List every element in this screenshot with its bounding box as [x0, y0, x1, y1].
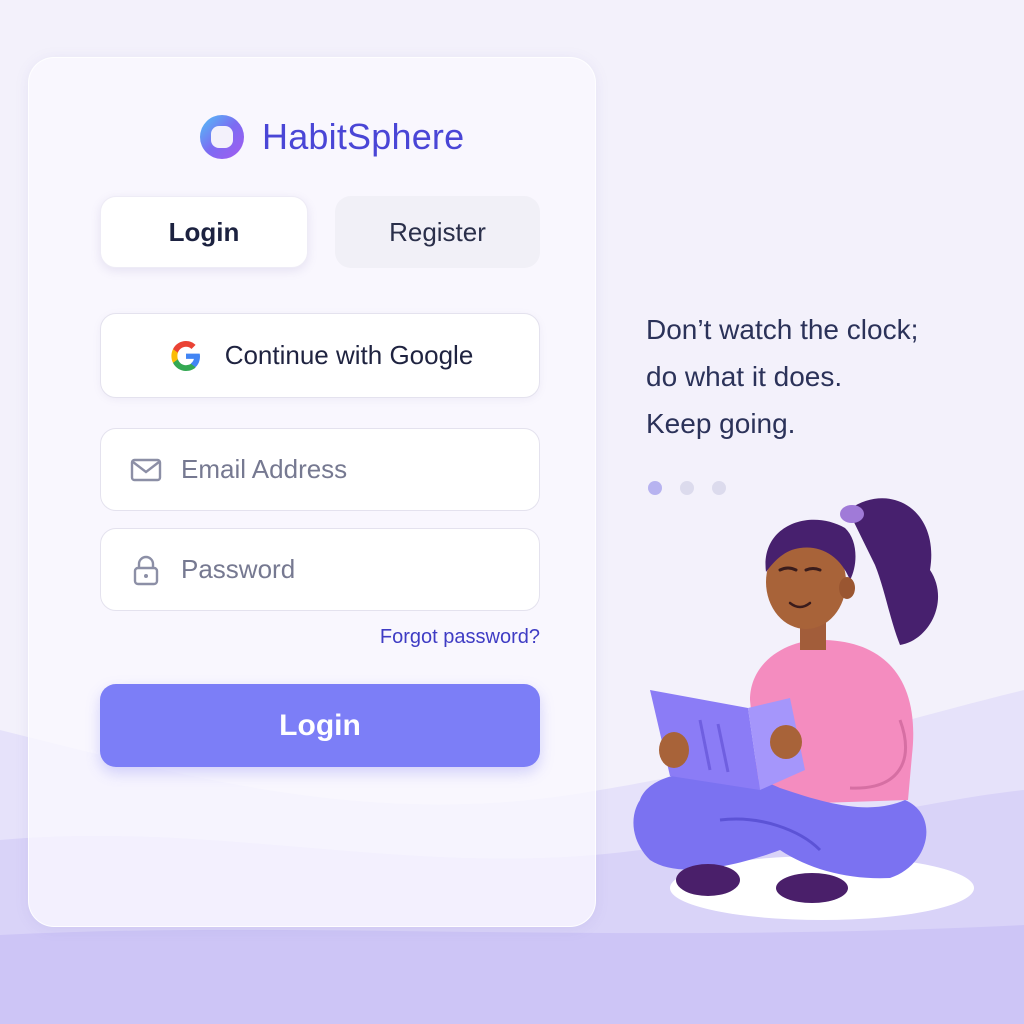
quote-line-3: Keep going. — [646, 408, 796, 439]
continue-with-google-button[interactable]: Continue with Google — [100, 313, 540, 398]
tab-login[interactable]: Login — [100, 196, 308, 268]
email-field[interactable]: Email Address — [100, 428, 540, 511]
email-placeholder: Email Address — [181, 454, 348, 484]
quote-line-1: Don’t watch the clock; — [646, 314, 919, 345]
habitsphere-logo-icon — [200, 115, 244, 159]
tab-register-label: Register — [389, 216, 486, 247]
forgot-password-link[interactable]: Forgot password? — [300, 626, 540, 649]
login-button-label: Login — [279, 708, 361, 742]
password-field[interactable]: Password — [100, 528, 540, 611]
password-placeholder: Password — [181, 554, 296, 584]
google-icon — [171, 340, 200, 371]
lock-icon — [133, 555, 159, 585]
google-button-label: Continue with Google — [224, 340, 474, 370]
quote-line-2: do what it does. — [646, 361, 843, 392]
tab-register[interactable]: Register — [335, 196, 540, 268]
reading-person-illustration — [633, 498, 974, 920]
tab-login-label: Login — [168, 216, 240, 247]
brand-name: HabitSphere — [262, 116, 465, 157]
login-button[interactable]: Login — [100, 684, 540, 767]
mail-icon — [130, 458, 162, 481]
motivational-quote: Don’t watch the clock; do what it does. … — [646, 306, 1006, 447]
brand: HabitSphere — [196, 110, 464, 164]
